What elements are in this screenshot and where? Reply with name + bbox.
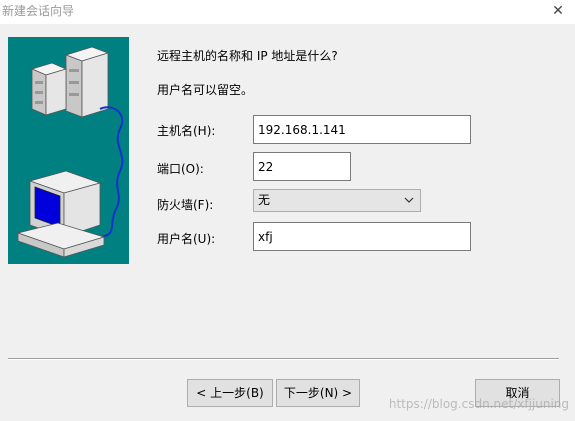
port-label: 端口(O): [157, 162, 204, 176]
close-button[interactable]: ✕ [547, 1, 569, 21]
computer-network-icon [16, 46, 124, 258]
back-button[interactable]: < 上一步(B) [187, 379, 273, 407]
username-input[interactable] [253, 222, 471, 251]
hint-text: 用户名可以留空。 [157, 83, 254, 97]
hostname-label: 主机名(H): [157, 124, 216, 138]
username-label: 用户名(U): [157, 232, 216, 246]
title-bar: 新建会话向导 ✕ [0, 0, 575, 24]
chevron-down-icon [404, 197, 414, 203]
hostname-input[interactable] [253, 115, 471, 144]
question-text: 远程主机的名称和 IP 地址是什么? [157, 49, 338, 63]
new-session-wizard-window: 新建会话向导 ✕ 远程主机的名称和 IP 地址是什么? 用户名可以留空。 主机名… [0, 0, 575, 421]
window-title: 新建会话向导 [2, 4, 75, 18]
divider [8, 358, 559, 360]
firewall-label: 防火墙(F): [157, 198, 214, 212]
watermark-text: https://blog.csdn.net/xfjjuning [388, 397, 569, 411]
firewall-select[interactable]: 无 [253, 189, 421, 212]
next-button[interactable]: 下一步(N) > [276, 379, 360, 407]
port-input[interactable] [253, 152, 351, 181]
firewall-selected-value: 无 [258, 193, 271, 207]
wizard-illustration [8, 37, 129, 264]
